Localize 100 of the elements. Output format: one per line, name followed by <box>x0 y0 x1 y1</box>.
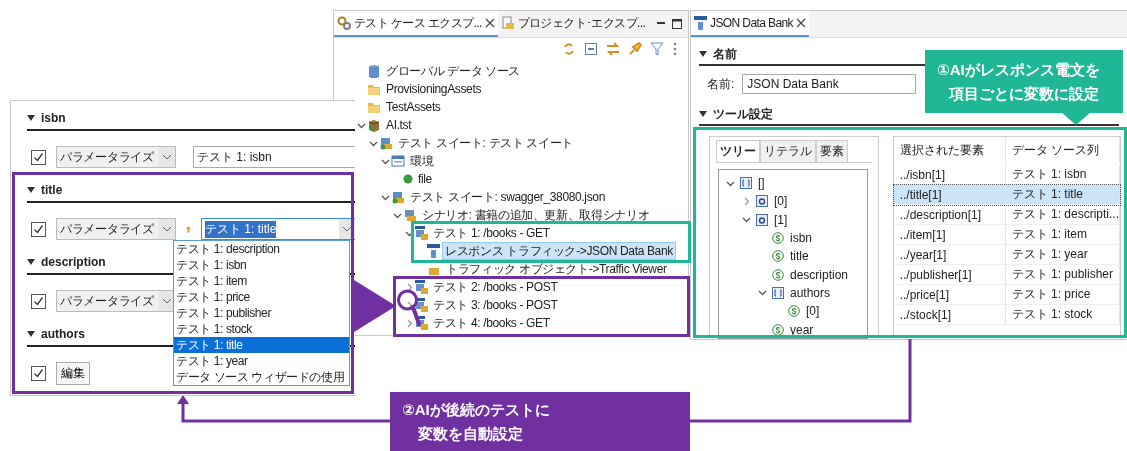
dropdown-option[interactable]: テスト 1: title <box>174 337 349 353</box>
view-tab[interactable]: 要素 <box>816 140 848 162</box>
string-icon <box>772 268 784 281</box>
chevron-down-icon <box>742 215 751 225</box>
gear-icon <box>337 16 351 30</box>
field-label: 名前: <box>707 75 735 93</box>
collapse-all-icon <box>584 42 598 56</box>
column-header: データ ソース列 <box>1005 137 1120 163</box>
string-icon <box>772 250 784 263</box>
callout-text: ②AIが後続のテストに <box>402 399 551 420</box>
tree-item[interactable]: テスト スイート: テスト スイート <box>395 134 577 152</box>
tree-item[interactable]: [1] <box>774 212 788 227</box>
tree-item[interactable]: トラフィック オブジェクト->Traffic Viewer <box>443 260 670 278</box>
box-icon <box>367 118 381 132</box>
sync-icon <box>562 42 576 56</box>
tree-item[interactable]: TestAssets <box>383 98 444 116</box>
mode-dropdown[interactable]: パラメータライズ <box>56 146 176 168</box>
tree-item[interactable]: file <box>415 170 435 188</box>
table-row[interactable]: ../price[1] テスト 1: price <box>893 285 1120 305</box>
table-row[interactable]: ../publisher[1] テスト 1: publisher <box>893 265 1120 285</box>
close-icon <box>484 18 495 28</box>
collapse-triangle-icon <box>27 331 35 337</box>
tree-item[interactable]: [] <box>758 176 765 191</box>
value-combo[interactable]: テスト 1: title <box>201 218 355 240</box>
tree-item[interactable]: isbn <box>790 231 812 246</box>
close-icon <box>796 18 806 28</box>
tree-item[interactable]: 環境 <box>407 152 437 170</box>
tree-item[interactable]: AI.tst <box>383 116 415 134</box>
explorer-tab[interactable]: テスト ケース エクスプ... <box>334 11 498 37</box>
checkbox[interactable] <box>31 293 46 309</box>
window-icon <box>391 154 405 168</box>
string-icon <box>772 232 784 245</box>
tree-item[interactable]: title <box>790 249 809 264</box>
view-tab[interactable]: リテラル <box>760 140 816 162</box>
collapse-triangle-icon <box>27 115 35 121</box>
section-title: 名前 <box>713 45 737 63</box>
array-icon <box>772 286 784 299</box>
tree-item[interactable]: テスト 1: /books - GET <box>430 224 553 242</box>
section-title: ツール設定 <box>713 105 773 123</box>
tree-item[interactable]: ProvisioningAssets <box>383 80 485 98</box>
collapse-triangle-icon <box>699 111 707 117</box>
folder-icon <box>367 82 381 96</box>
chevron-down-icon <box>758 288 767 298</box>
tree-item[interactable]: シナリオ: 書籍の追加、更新、取得シナリオ <box>419 206 653 224</box>
table-row[interactable]: ../item[1] テスト 1: item <box>893 225 1120 245</box>
tree-item[interactable]: [0] <box>774 194 788 209</box>
folder-icon <box>367 100 381 114</box>
tree-item[interactable]: テスト 2: /books - POST <box>430 278 561 296</box>
table-row[interactable]: ../stock[1] テスト 1: stock <box>893 305 1120 325</box>
collapse-triangle-icon <box>27 259 35 265</box>
collapse-triangle-icon <box>699 51 707 57</box>
suite-icon <box>391 190 405 204</box>
checkbox[interactable] <box>31 221 46 237</box>
object-icon <box>756 195 768 208</box>
tree-item[interactable]: year <box>790 322 814 337</box>
document-icon <box>500 16 515 30</box>
column-header: 選択された要素 <box>893 137 1006 163</box>
callout-text: 項目ごとに変数に設定 <box>947 83 1100 104</box>
section-title: title <box>41 183 63 197</box>
section-title: isbn <box>41 111 66 125</box>
edit-button[interactable]: 編集 <box>56 361 90 385</box>
value-combo[interactable]: テスト 1: isbn <box>193 146 355 168</box>
table-row[interactable]: ../description[1] テスト 1: descripti... <box>893 205 1120 225</box>
tree-item[interactable]: グローバル データ ソース <box>383 62 524 80</box>
string-icon <box>772 323 784 336</box>
table-row[interactable]: ../year[1] テスト 1: year <box>893 245 1120 265</box>
view-tab[interactable]: ツリー <box>716 140 760 162</box>
callout-text: ①AIがレスポンス電文を <box>937 59 1101 80</box>
pointer-arrow <box>354 280 396 332</box>
tree-item[interactable]: テスト スイート: swagger_38080.json <box>407 188 608 206</box>
section-title: description <box>41 255 106 269</box>
mode-dropdown[interactable]: パラメータライズ <box>56 290 176 312</box>
tree-item[interactable]: description <box>790 267 849 282</box>
pin-icon <box>628 42 642 56</box>
array-icon <box>740 177 752 190</box>
database-icon <box>367 64 381 78</box>
scenario-icon <box>403 208 417 222</box>
section-title: authors <box>41 327 85 341</box>
tree-item[interactable]: テスト 4: /books - GET <box>430 314 553 332</box>
maximize-icon <box>672 19 682 29</box>
suite-icon <box>379 136 393 150</box>
tree-item[interactable]: テスト 3: /books - POST <box>430 296 561 314</box>
link-arrows-icon <box>606 42 620 56</box>
table-row[interactable]: ../title[1] テスト 1: title <box>893 185 1120 205</box>
editor-tab[interactable]: JSON Data Bank <box>691 11 809 37</box>
checkbox[interactable] <box>31 149 46 165</box>
lightbulb-icon <box>186 225 191 233</box>
tree-item[interactable]: レスポンス トラフィック->JSON Data Bank <box>442 242 676 260</box>
tree-item[interactable]: authors <box>790 285 831 300</box>
checkbox[interactable] <box>31 365 46 381</box>
more-icon <box>672 42 678 56</box>
status-dot-icon <box>403 174 413 184</box>
callout-text: 変数を自動設定 <box>417 423 524 444</box>
name-field[interactable]: JSON Data Bank <box>742 74 917 94</box>
tree-item[interactable]: [0] <box>806 304 820 319</box>
explorer-tab[interactable]: プロジェクト･エクスプ... <box>497 11 649 37</box>
filter-icon <box>650 42 664 56</box>
magnifier-icon <box>397 289 421 326</box>
mode-dropdown[interactable]: パラメータライズ <box>56 218 176 240</box>
chevron-right-icon <box>742 196 751 206</box>
